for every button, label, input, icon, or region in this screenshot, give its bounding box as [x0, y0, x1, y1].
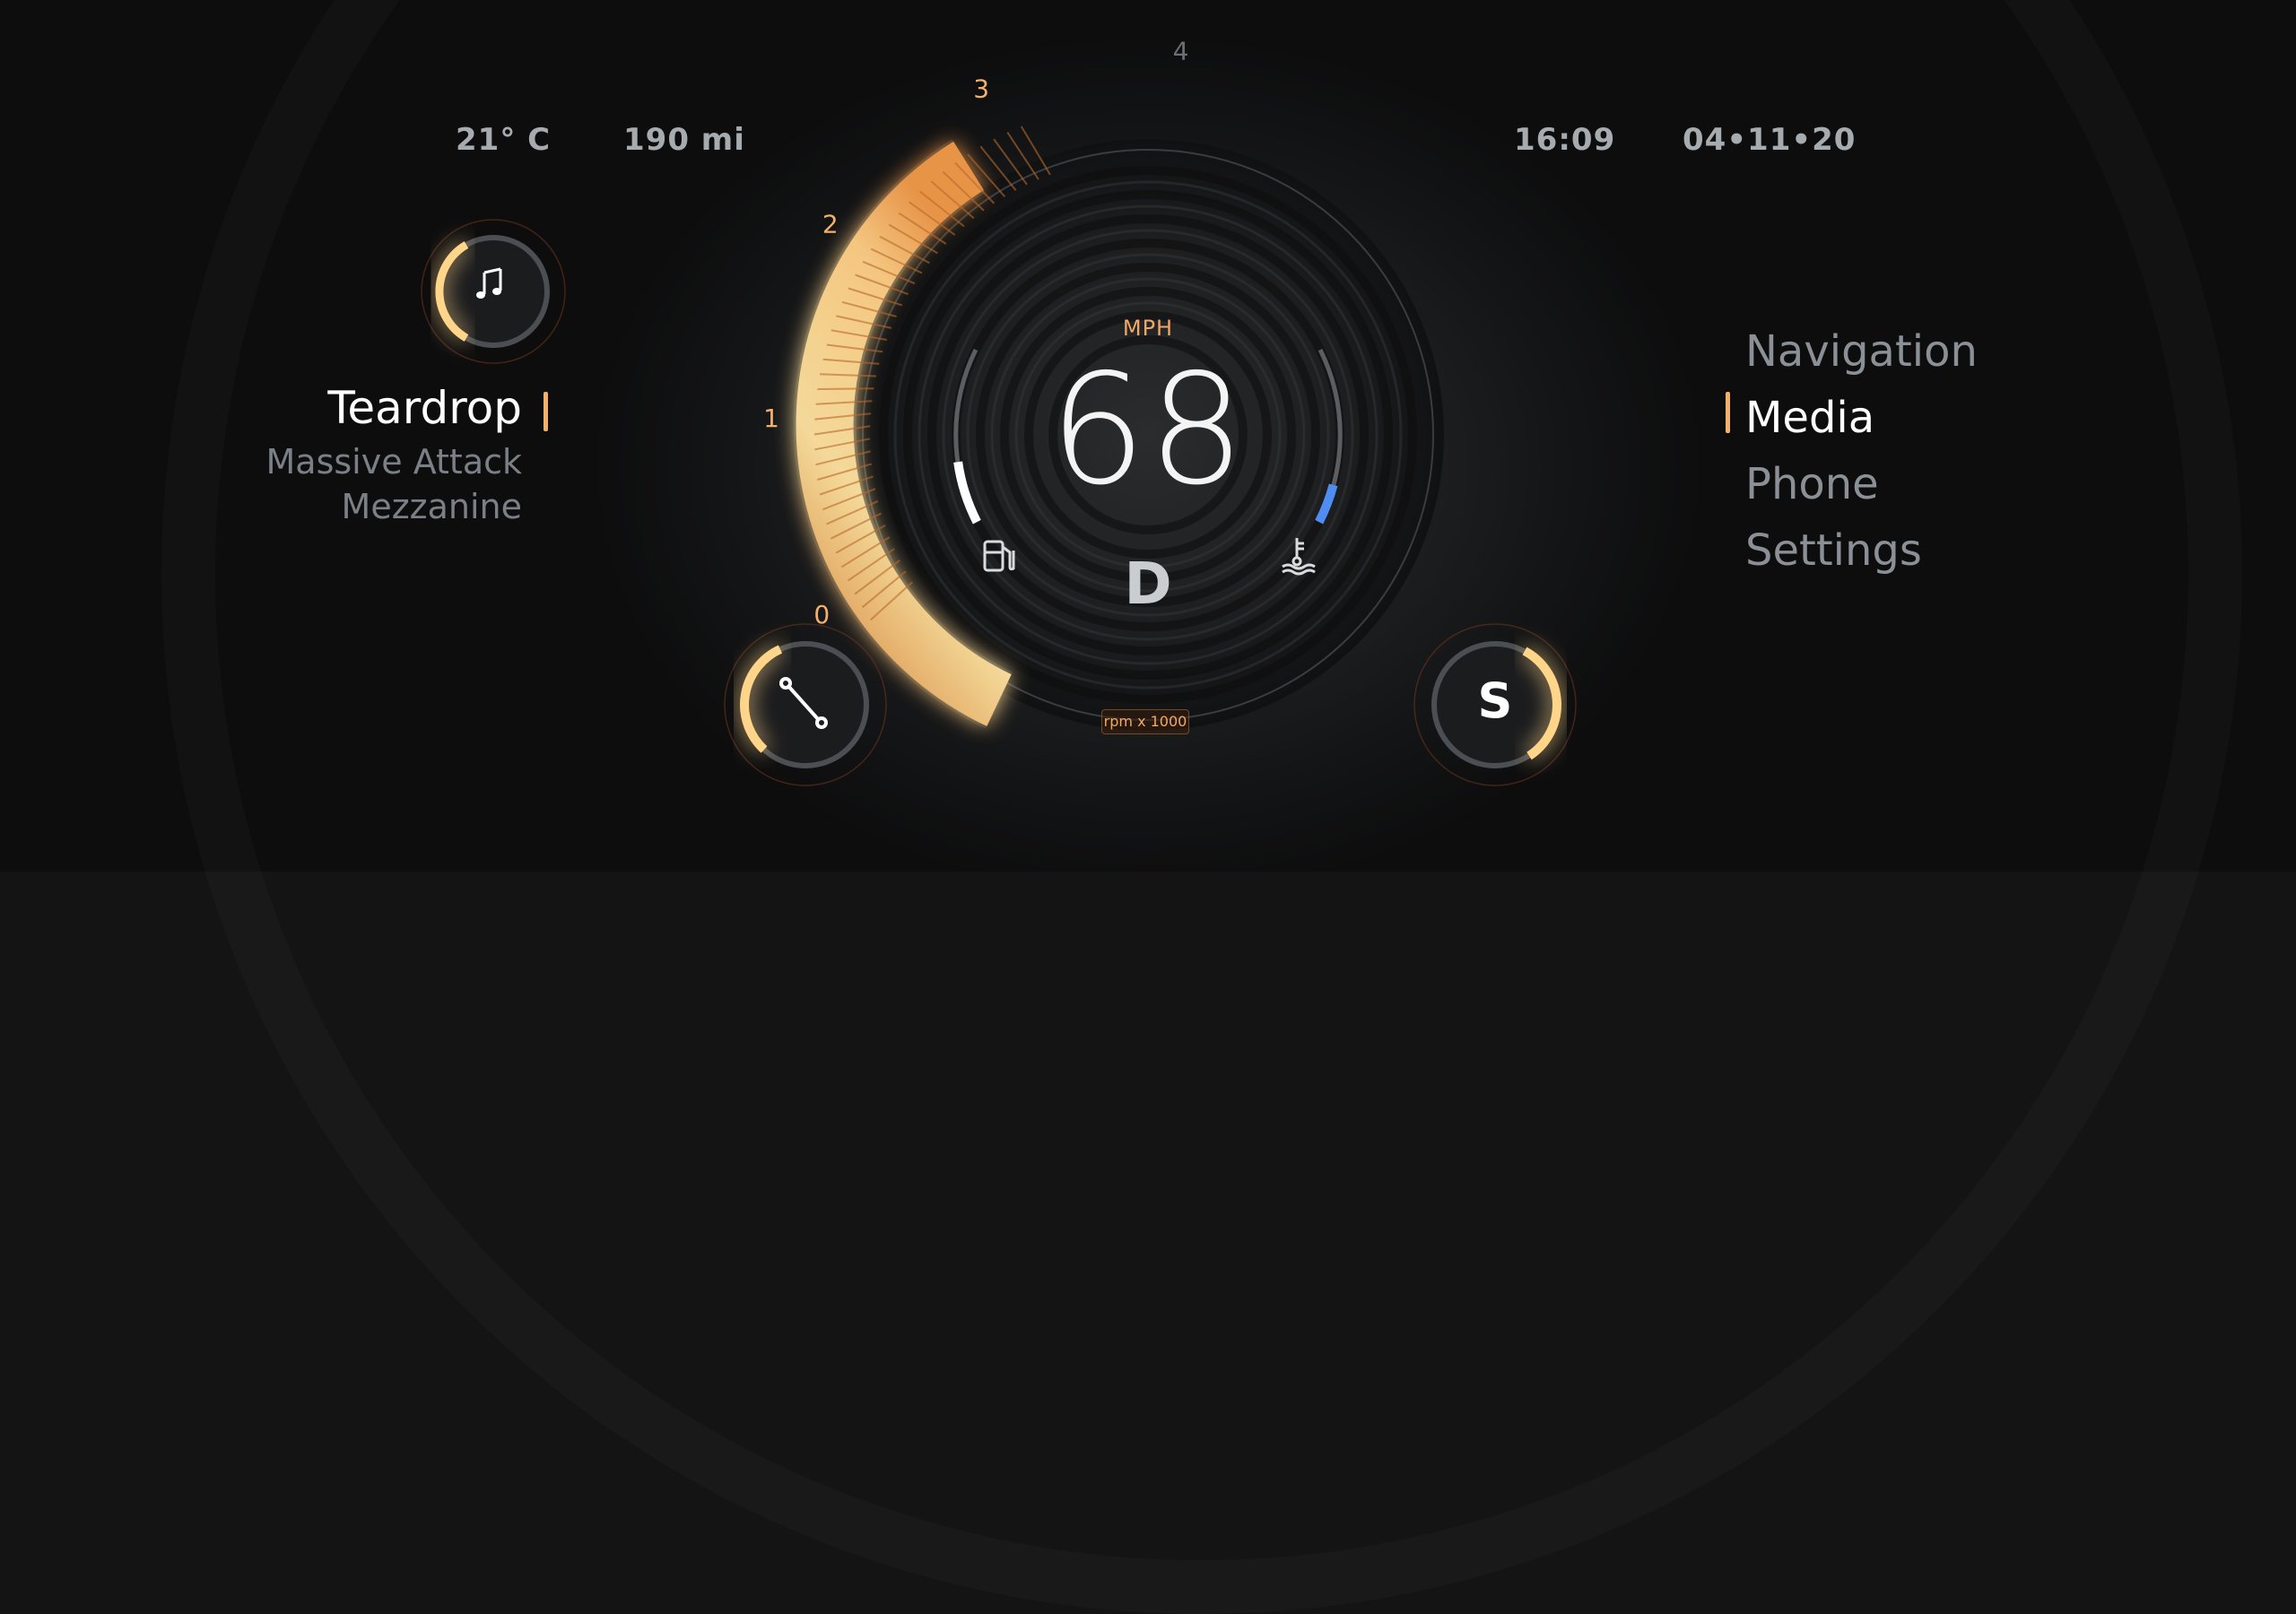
track-title: Teardrop	[327, 382, 522, 434]
track-album: Mezzanine	[341, 487, 522, 526]
menu-item-media[interactable]: Media	[1745, 385, 1978, 451]
menu-item-settings[interactable]: Settings	[1745, 517, 1978, 584]
menu-active-marker	[1726, 392, 1730, 433]
menu-item-navigation[interactable]: Navigation	[1745, 318, 1978, 385]
speed-unit-label: MPH	[1122, 316, 1174, 341]
tachometer-tick-label: 4	[1173, 37, 1189, 66]
track-artist: Massive Attack	[265, 442, 522, 482]
tachometer-tick-label: 3	[973, 74, 989, 103]
gear-indicator: D	[1124, 551, 1172, 618]
media-title-marker	[544, 392, 548, 431]
menu-item-phone[interactable]: Phone	[1745, 451, 1978, 517]
tachometer-tick-label: 2	[822, 209, 839, 239]
speed-readout: 68	[1048, 342, 1248, 519]
tachometer-tick-label: 1	[763, 404, 779, 433]
drive-mode-letter: S	[1477, 672, 1513, 729]
main-menu: Navigation Media Phone Settings	[1745, 318, 1978, 584]
media-info[interactable]: Teardrop Massive Attack Mezzanine	[266, 377, 522, 529]
tachometer-hatch-line	[817, 387, 874, 390]
rpm-unit-label: rpm x 1000	[1101, 709, 1189, 734]
